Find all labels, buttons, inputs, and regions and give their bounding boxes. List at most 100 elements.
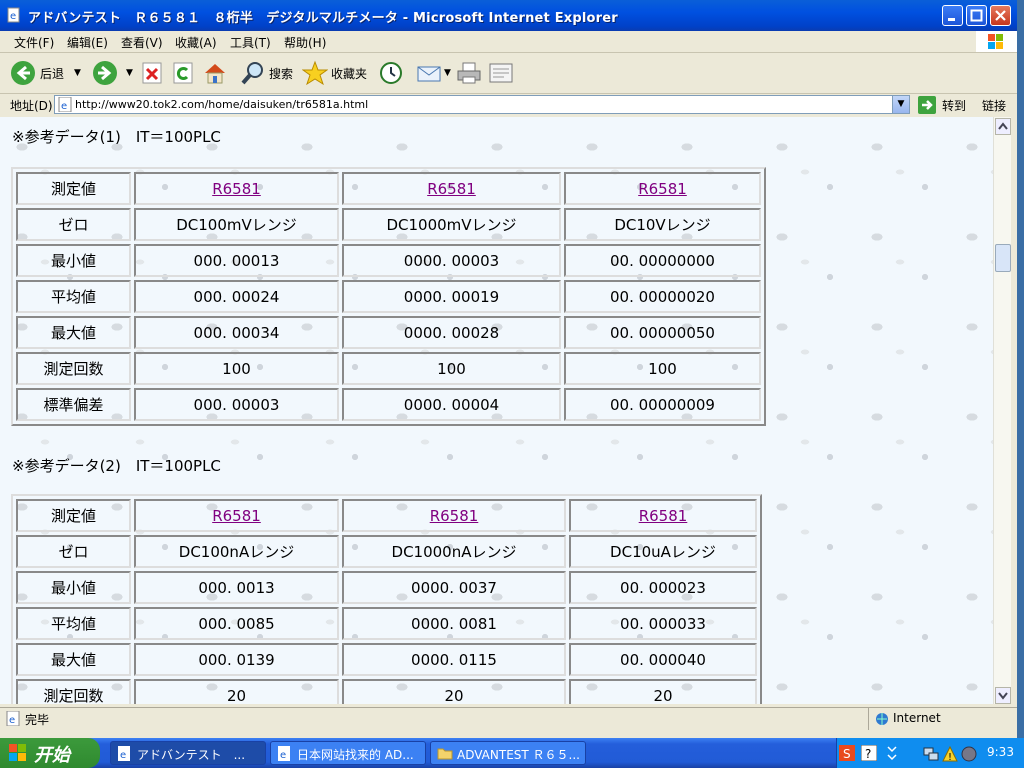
model-link[interactable]: R6581	[430, 507, 479, 525]
value-cell: 100	[342, 352, 561, 385]
page-content: ※参考データ(1) IT＝100PLC 測定値 R6581 R6581 R6581 ゼロ…	[0, 117, 993, 704]
links-label[interactable]: 链接	[982, 97, 1006, 114]
table-row: 平均値 000. 00024 0000. 00019 00. 00000020	[16, 280, 761, 313]
table-row: 測定回数 20 20 20	[16, 679, 757, 704]
value-cell: 000. 0139	[134, 643, 339, 676]
mail-button[interactable]: ▼	[416, 59, 451, 87]
value-cell: 00. 000040	[569, 643, 757, 676]
status-text: 完毕	[25, 713, 50, 727]
stop-icon	[142, 62, 162, 84]
task-label-3: ADVANTEST Ｒ６５...	[457, 748, 580, 762]
task-button-3[interactable]: ADVANTEST Ｒ６５...	[430, 741, 586, 765]
address-url: http://www20.tok2.com/home/daisuken/tr65…	[75, 98, 369, 111]
stop-button[interactable]	[141, 59, 163, 87]
value-cell: 00. 00000020	[564, 280, 761, 313]
ie-page-icon: e	[58, 97, 72, 112]
table-row: 最大値 000. 00034 0000. 00028 00. 00000050	[16, 316, 761, 349]
forward-button[interactable]: ▼	[92, 59, 133, 87]
scroll-thumb[interactable]	[995, 244, 1011, 272]
favorites-label: 收藏夹	[331, 66, 368, 81]
warning-icon[interactable]: !	[942, 746, 958, 762]
value-cell: DC100nAレンジ	[134, 535, 339, 568]
chevron-down-icon	[998, 692, 1008, 700]
model-cell: R6581	[564, 172, 761, 205]
back-button[interactable]: 后退 ▼	[10, 59, 81, 87]
menu-help[interactable]: 帮助(H)	[284, 34, 326, 51]
svg-text:S: S	[843, 747, 851, 761]
menu-favorites[interactable]: 收藏(A)	[175, 34, 217, 51]
model-link[interactable]: R6581	[212, 507, 261, 525]
back-dropdown-icon[interactable]: ▼	[74, 68, 81, 78]
data-table-2: 測定値 R6581 R6581 R6581 ゼロ DC100nAレンジ DC1000nAレン…	[11, 494, 762, 704]
row-label: 最小値	[16, 571, 131, 604]
globe-icon	[876, 713, 888, 725]
favorites-button[interactable]: 收藏夹	[302, 59, 367, 87]
task-label-1: アドバンテスト ...	[137, 748, 246, 762]
task-button-1[interactable]: e アドバンテスト ...	[110, 741, 266, 765]
value-cell: 0000. 00028	[342, 316, 561, 349]
task-button-2[interactable]: e 日本网站找来的 AD...	[270, 741, 426, 765]
value-cell: 00. 00000050	[564, 316, 761, 349]
model-link[interactable]: R6581	[639, 507, 688, 525]
menu-tools[interactable]: 工具(T)	[230, 34, 271, 51]
value-cell: 100	[564, 352, 761, 385]
zone-label: Internet	[893, 711, 941, 725]
back-arrow-icon	[11, 61, 35, 85]
table-row: ゼロ DC100mVレンジ DC1000mVレンジ DC10Vレンジ	[16, 208, 761, 241]
network-icon[interactable]	[923, 746, 939, 762]
value-cell: 0000. 0115	[342, 643, 566, 676]
taskbar: 开始 e アドバンテスト ... e 日本网站找来的 AD... ADVANTE…	[0, 738, 1024, 768]
mail-dropdown-icon[interactable]: ▼	[444, 68, 451, 78]
row-label: 測定値	[16, 172, 131, 205]
model-cell: R6581	[342, 172, 561, 205]
print-button[interactable]	[456, 59, 482, 87]
scroll-up-button[interactable]	[995, 118, 1011, 135]
value-cell: DC10uAレンジ	[569, 535, 757, 568]
page-done-icon: e	[6, 711, 20, 726]
model-link[interactable]: R6581	[427, 180, 476, 198]
model-link[interactable]: R6581	[212, 180, 261, 198]
home-button[interactable]	[202, 59, 228, 87]
value-cell: 00. 00000000	[564, 244, 761, 277]
maximize-button[interactable]	[966, 5, 987, 26]
zone-panel: Internet	[868, 708, 1017, 730]
vertical-scrollbar[interactable]	[993, 117, 1011, 704]
help-icon[interactable]: ?	[861, 745, 877, 761]
clock: 9:33	[987, 745, 1014, 759]
refresh-button[interactable]	[172, 59, 194, 87]
go-button[interactable]: 转到	[918, 96, 966, 114]
history-button[interactable]	[378, 59, 404, 87]
row-label: 平均値	[16, 280, 131, 313]
browser-window: e アドバンテスト Ｒ６５８１ ８桁半 デジタルマルチメータ - Microso…	[0, 0, 1017, 738]
ie-page-icon: e	[118, 746, 130, 761]
svg-text:!: !	[948, 752, 952, 762]
row-label: 標準偏差	[16, 388, 131, 421]
task-label-2: 日本网站找来的 AD...	[297, 748, 414, 762]
model-cell: R6581	[569, 499, 757, 532]
menu-edit[interactable]: 编辑(E)	[67, 34, 108, 51]
menu-file[interactable]: 文件(F)	[14, 34, 54, 51]
edit-button[interactable]	[488, 59, 514, 87]
antivirus-icon[interactable]: S	[839, 745, 855, 761]
toolbar: 后退 ▼ ▼ 搜索 收藏夹 ▼	[0, 53, 1017, 94]
address-input[interactable]: e http://www20.tok2.com/home/daisuken/tr…	[54, 95, 910, 114]
close-button[interactable]	[990, 5, 1011, 26]
model-link[interactable]: R6581	[638, 180, 687, 198]
address-dropdown-button[interactable]: ▼	[892, 96, 909, 113]
title-bar[interactable]: e アドバンテスト Ｒ６５８１ ８桁半 デジタルマルチメータ - Microso…	[0, 0, 1017, 31]
row-label: 測定値	[16, 499, 131, 532]
value-cell: 00. 00000009	[564, 388, 761, 421]
start-button[interactable]: 开始	[0, 738, 100, 768]
search-button[interactable]: 搜索	[240, 59, 293, 87]
forward-dropdown-icon[interactable]: ▼	[126, 68, 133, 78]
scroll-down-button[interactable]	[995, 687, 1011, 704]
table-row: 最小値 000. 00013 0000. 00003 00. 00000000	[16, 244, 761, 277]
minimize-button[interactable]	[942, 5, 963, 26]
security-icon[interactable]	[961, 746, 977, 762]
chevron-up-icon	[998, 122, 1008, 130]
menu-view[interactable]: 查看(V)	[121, 34, 163, 51]
search-label: 搜索	[269, 66, 294, 81]
tray-expand-icon[interactable]	[885, 743, 899, 763]
svg-text:e: e	[9, 715, 15, 726]
table-row: 平均値 000. 0085 0000. 0081 00. 000033	[16, 607, 757, 640]
